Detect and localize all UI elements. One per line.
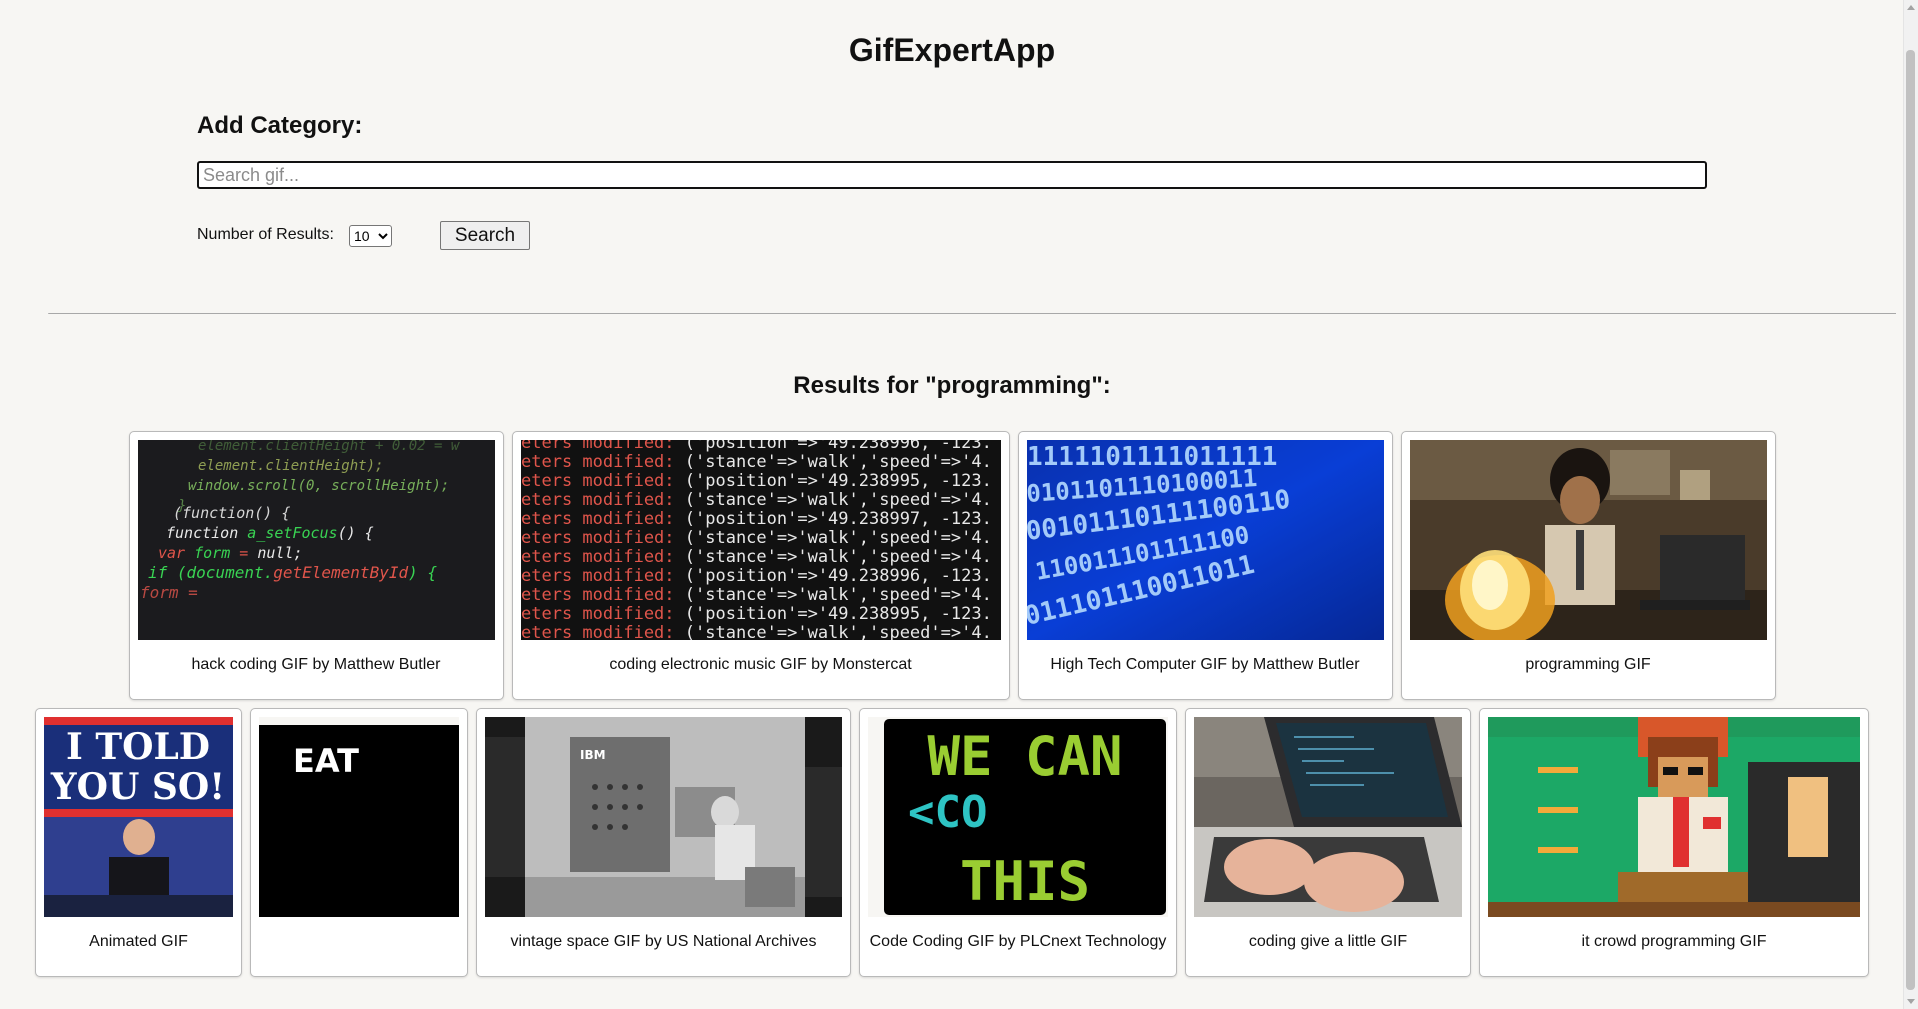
add-category-label: Add Category: — [197, 112, 363, 139]
gif-title: coding electronic music GIF by Monsterca… — [609, 656, 912, 673]
gif-title: programming GIF — [1525, 656, 1651, 673]
gif-card[interactable]: EAT — [250, 708, 468, 977]
gif-card[interactable]: eters modified: ('position'=>'49.238996,… — [511, 431, 1010, 700]
svg-text:eters modified: ('stance'=>'wa: eters modified: ('stance'=>'walk','speed… — [521, 623, 992, 640]
terminal-log-image: eters modified: ('position'=>'49.238996,… — [520, 440, 1001, 640]
svg-text:var form = null;: var form = null; — [158, 544, 303, 562]
svg-text:if (document.getElementById) {: if (document.getElementById) { — [148, 563, 437, 582]
overlay-text: WE CAN — [927, 725, 1122, 788]
gif-card[interactable]: WE CAN <CO THIS Code Coding GIF by PLCne… — [859, 708, 1177, 977]
page: GifExpertApp Add Category: Number of Res… — [0, 0, 1904, 1009]
app-title: GifExpertApp — [848, 32, 1056, 68]
gif-title: coding give a little GIF — [1248, 933, 1408, 950]
scrollbar-thumb[interactable] — [1906, 50, 1915, 990]
overlay-text: I TOLD — [66, 726, 210, 768]
gif-card[interactable]: it crowd programming GIF — [1479, 708, 1869, 977]
svg-text:(function() {: (function() { — [173, 504, 290, 522]
results-row-2: I TOLD YOU SO! Animated GIF EAT IBM vint… — [0, 708, 1904, 977]
code-screen-image: element.clientHeight + 0.02 = w element.… — [137, 440, 495, 640]
svg-text:eters modified: ('position'=>': eters modified: ('position'=>'49.238995,… — [521, 471, 992, 491]
search-input[interactable] — [197, 161, 1707, 189]
number-of-results-select[interactable]: 10 — [349, 225, 392, 247]
gif-title: Animated GIF — [89, 933, 188, 950]
gif-card[interactable]: programming GIF — [1400, 431, 1776, 700]
gif-title: it crowd programming GIF — [1581, 933, 1767, 950]
we-can-code-image: WE CAN <CO THIS — [868, 717, 1168, 917]
svg-text:eters modified: ('position'=>': eters modified: ('position'=>'49.238996,… — [521, 566, 992, 586]
results-row-1: element.clientHeight + 0.02 = w element.… — [0, 431, 1904, 700]
svg-text:element.clientHeight);: element.clientHeight); — [198, 458, 383, 474]
overlay-text: EAT — [293, 742, 359, 780]
search-button[interactable]: Search — [440, 221, 530, 250]
gif-title: hack coding GIF by Matthew Butler — [191, 656, 441, 673]
svg-text:function a_setFocus() {: function a_setFocus() { — [166, 524, 374, 542]
gif-title: High Tech Computer GIF by Matthew Butler — [1050, 656, 1360, 673]
laptop-typing-image — [1194, 717, 1462, 917]
binary-code-image: 1111101111011111 0101101110100011 001011… — [1026, 440, 1384, 640]
overlay-text: THIS — [960, 850, 1090, 913]
ibm-computer-image: IBM — [485, 717, 842, 917]
scroll-down-icon[interactable] — [1907, 999, 1915, 1004]
gif-card[interactable]: IBM vintage space GIF by US National Arc… — [476, 708, 851, 977]
gif-card[interactable]: 1111101111011111 0101101110100011 001011… — [1017, 431, 1393, 700]
gif-card[interactable]: coding give a little GIF — [1185, 708, 1471, 977]
i-told-you-so-image: I TOLD YOU SO! — [44, 717, 233, 917]
overlay-text: IBM — [580, 748, 606, 762]
divider — [48, 313, 1896, 314]
eat-text-image: EAT — [259, 717, 459, 917]
svg-text:eters modified: ('stance'=>'wa: eters modified: ('stance'=>'walk','speed… — [521, 528, 992, 548]
gif-card[interactable]: element.clientHeight + 0.02 = w element.… — [128, 431, 504, 700]
svg-text:eters modified: ('position'=>': eters modified: ('position'=>'49.238995,… — [521, 604, 992, 624]
svg-text:eters modified: ('stance'=>'wa: eters modified: ('stance'=>'walk','speed… — [521, 585, 992, 605]
pixel-art-image — [1488, 717, 1860, 917]
gif-title: Code Coding GIF by PLCnext Technology — [869, 933, 1167, 950]
svg-text:eters modified: ('position'=>': eters modified: ('position'=>'49.238997,… — [521, 509, 992, 529]
svg-text:window.scroll(0, scrollHeight): window.scroll(0, scrollHeight); — [188, 478, 449, 494]
gif-card[interactable]: I TOLD YOU SO! Animated GIF — [35, 708, 242, 977]
scroll-up-icon[interactable] — [1907, 5, 1915, 10]
svg-text:eters modified: ('stance'=>'wa: eters modified: ('stance'=>'walk','speed… — [521, 452, 992, 472]
vertical-scrollbar[interactable] — [1903, 0, 1918, 1009]
number-of-results-label: Number of Results: — [197, 226, 334, 243]
gif-title: vintage space GIF by US National Archive… — [510, 933, 817, 950]
svg-text:form =: form = — [140, 583, 198, 602]
svg-text:eters modified: ('stance'=>'wa: eters modified: ('stance'=>'walk','speed… — [521, 490, 992, 510]
it-crowd-fire-image — [1409, 440, 1767, 640]
overlay-text: YOU SO! — [50, 766, 225, 808]
svg-text:element.clientHeight + 0.02 =: element.clientHeight + 0.02 = w — [198, 440, 460, 454]
overlay-text: <CO — [908, 787, 987, 838]
svg-text:eters modified: ('stance'=>'wa: eters modified: ('stance'=>'walk','speed… — [521, 547, 992, 567]
results-heading: Results for "programming": — [793, 372, 1111, 399]
